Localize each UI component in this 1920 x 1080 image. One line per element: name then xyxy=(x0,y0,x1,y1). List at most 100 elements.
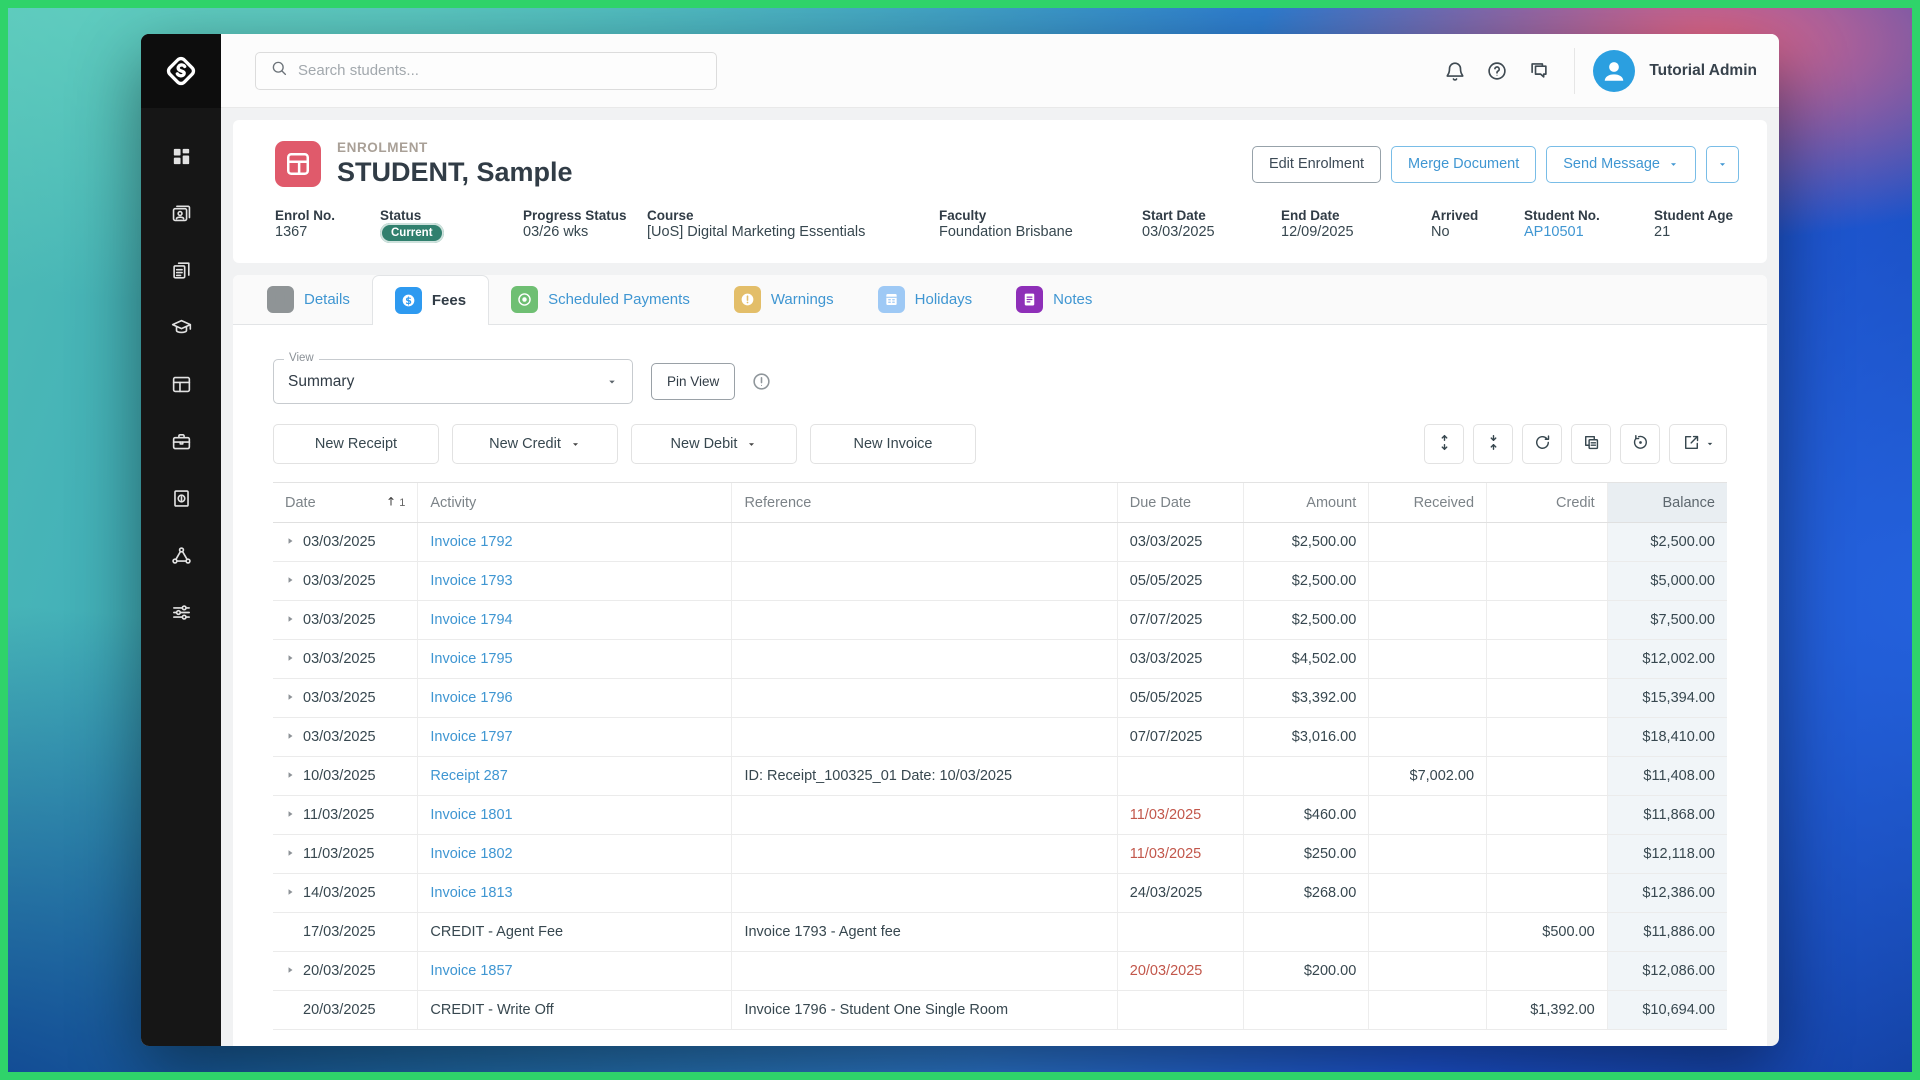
expand-row-icon[interactable] xyxy=(285,573,303,589)
column-header-amount[interactable]: Amount xyxy=(1244,483,1370,522)
cell-reference xyxy=(732,718,1118,756)
info-icon[interactable] xyxy=(751,371,772,392)
cell-amount: $250.00 xyxy=(1244,835,1370,873)
expand-row-icon[interactable] xyxy=(285,729,303,745)
activity-link[interactable]: Invoice 1801 xyxy=(430,807,512,823)
view-select[interactable]: View Summary xyxy=(273,352,633,404)
expand-row-icon[interactable] xyxy=(285,768,303,784)
sidebar-item-documents[interactable] xyxy=(141,244,221,301)
table-tools-group xyxy=(1424,424,1727,464)
enrolment-field: Course [UoS] Digital Marketing Essential… xyxy=(647,208,939,241)
help-icon[interactable] xyxy=(1476,50,1518,92)
column-header-received[interactable]: Received xyxy=(1369,483,1488,522)
table-row[interactable]: 11/03/2025 Invoice 1802 11/03/2025 $250.… xyxy=(273,835,1727,874)
table-row[interactable]: 20/03/2025 Invoice 1857 20/03/2025 $200.… xyxy=(273,952,1727,991)
sidebar-item-finance[interactable] xyxy=(141,472,221,529)
new-debit-button[interactable]: New Debit xyxy=(631,424,797,464)
refresh-button[interactable] xyxy=(1522,424,1562,464)
column-header-date[interactable]: Date 1 xyxy=(273,483,419,522)
sidebar-item-courses[interactable] xyxy=(141,301,221,358)
cell-received xyxy=(1369,718,1488,756)
sidebar-item-agents[interactable] xyxy=(141,415,221,472)
expand-rows-button[interactable] xyxy=(1424,424,1464,464)
table-row[interactable]: 20/03/2025 CREDIT - Write Off Invoice 17… xyxy=(273,991,1727,1030)
activity-link[interactable]: Invoice 1792 xyxy=(430,534,512,550)
view-row: View Summary Pin View xyxy=(273,352,1727,404)
expand-row-icon[interactable] xyxy=(285,807,303,823)
expand-row-icon[interactable] xyxy=(285,963,303,979)
cell-reference xyxy=(732,874,1118,912)
duplicate-button[interactable] xyxy=(1571,424,1611,464)
cell-balance: $2,500.00 xyxy=(1607,523,1727,561)
activity-link[interactable]: Invoice 1813 xyxy=(430,885,512,901)
app-logo-icon[interactable] xyxy=(141,34,221,108)
expand-row-icon[interactable] xyxy=(285,885,303,901)
tab-notes[interactable]: Notes xyxy=(994,275,1114,324)
expand-row-icon[interactable] xyxy=(285,612,303,628)
table-row[interactable]: 03/03/2025 Invoice 1795 03/03/2025 $4,50… xyxy=(273,640,1727,679)
avatar[interactable] xyxy=(1593,49,1636,92)
notifications-icon[interactable] xyxy=(1434,50,1476,92)
enrolment-field: Student Age 21 xyxy=(1654,208,1739,241)
merge-document-button[interactable]: Merge Document xyxy=(1391,145,1537,183)
activity-link[interactable]: Invoice 1795 xyxy=(430,651,512,667)
expand-row-icon[interactable] xyxy=(285,651,303,667)
sidebar-item-dashboard[interactable] xyxy=(141,130,221,187)
history-button[interactable] xyxy=(1620,424,1660,464)
tab-warnings[interactable]: Warnings xyxy=(712,275,856,324)
activity-link[interactable]: Invoice 1793 xyxy=(430,573,512,589)
pin-view-button[interactable]: Pin View xyxy=(651,363,736,400)
sidebar-item-settings[interactable] xyxy=(141,586,221,643)
tab-scheduled-payments[interactable]: Scheduled Payments xyxy=(489,275,712,324)
sidebar-item-network[interactable] xyxy=(141,529,221,586)
table-row[interactable]: 03/03/2025 Invoice 1792 03/03/2025 $2,50… xyxy=(273,523,1727,562)
cell-balance: $5,000.00 xyxy=(1607,562,1727,600)
collapse-rows-button[interactable] xyxy=(1473,424,1513,464)
send-message-button[interactable]: Send Message xyxy=(1546,145,1696,183)
column-header-reference[interactable]: Reference xyxy=(732,483,1118,522)
table-row[interactable]: 10/03/2025 Receipt 287 ID: Receipt_10032… xyxy=(273,757,1727,796)
search-input[interactable] xyxy=(298,62,702,79)
new-receipt-button[interactable]: New Receipt xyxy=(273,424,439,464)
messages-icon[interactable] xyxy=(1518,50,1560,92)
cell-due-date xyxy=(1118,913,1245,951)
table-row[interactable]: 03/03/2025 Invoice 1793 05/05/2025 $2,50… xyxy=(273,562,1727,601)
activity-link[interactable]: Invoice 1797 xyxy=(430,729,512,745)
column-header-activity[interactable]: Activity xyxy=(418,483,733,522)
cell-credit: $1,392.00 xyxy=(1487,991,1608,1029)
activity-link[interactable]: Invoice 1857 xyxy=(430,963,512,979)
table-row[interactable]: 17/03/2025 CREDIT - Agent Fee Invoice 17… xyxy=(273,913,1727,952)
new-invoice-button[interactable]: New Invoice xyxy=(810,424,976,464)
more-actions-button[interactable] xyxy=(1706,145,1739,183)
cell-date: 17/03/2025 xyxy=(273,913,419,951)
tab-fees-icon: $ xyxy=(394,287,422,314)
tab-details[interactable]: Details xyxy=(245,275,372,324)
export-button[interactable] xyxy=(1669,424,1727,464)
expand-row-icon[interactable] xyxy=(285,534,303,550)
activity-link[interactable]: Invoice 1794 xyxy=(430,612,512,628)
column-header-credit[interactable]: Credit xyxy=(1487,483,1608,522)
expand-row-icon[interactable] xyxy=(285,690,303,706)
table-row[interactable]: 03/03/2025 Invoice 1797 07/07/2025 $3,01… xyxy=(273,718,1727,757)
field-label: Progress Status xyxy=(523,208,627,223)
edit-enrolment-button[interactable]: Edit Enrolment xyxy=(1251,145,1382,183)
sidebar-item-enrolments[interactable] xyxy=(141,358,221,415)
tab-fees[interactable]: $ Fees xyxy=(371,275,490,325)
table-row[interactable]: 03/03/2025 Invoice 1796 05/05/2025 $3,39… xyxy=(273,679,1727,718)
student-no-link[interactable]: AP10501 xyxy=(1524,224,1584,240)
panel-body: View Summary Pin View New Receipt New Cr… xyxy=(233,325,1767,1046)
tab-holidays[interactable]: Holidays xyxy=(856,275,995,324)
search-box[interactable] xyxy=(255,51,717,90)
expand-row-icon[interactable] xyxy=(285,846,303,862)
cell-received xyxy=(1369,640,1488,678)
column-header-due_date[interactable]: Due Date xyxy=(1118,483,1245,522)
activity-link[interactable]: Receipt 287 xyxy=(430,768,507,784)
activity-link[interactable]: Invoice 1796 xyxy=(430,690,512,706)
sidebar-item-contacts[interactable] xyxy=(141,187,221,244)
table-row[interactable]: 11/03/2025 Invoice 1801 11/03/2025 $460.… xyxy=(273,796,1727,835)
activity-link[interactable]: Invoice 1802 xyxy=(430,846,512,862)
column-header-balance[interactable]: Balance xyxy=(1607,483,1727,522)
new-credit-button[interactable]: New Credit xyxy=(452,424,618,464)
table-row[interactable]: 03/03/2025 Invoice 1794 07/07/2025 $2,50… xyxy=(273,601,1727,640)
table-row[interactable]: 14/03/2025 Invoice 1813 24/03/2025 $268.… xyxy=(273,874,1727,913)
